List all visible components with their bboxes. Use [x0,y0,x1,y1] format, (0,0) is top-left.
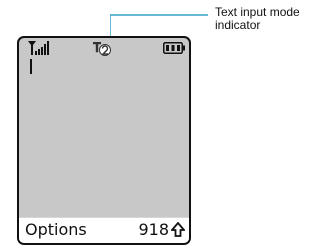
callout-leader-line [110,14,208,36]
signal-strength-icon [28,41,49,55]
status-bar [19,38,189,58]
phone-screen: Options 918 [17,36,191,245]
text-cursor [30,59,32,74]
battery-icon [163,42,185,54]
shift-arrow-icon [171,222,185,237]
options-softkey[interactable]: Options [25,221,87,239]
callout-label: Text input mode indicator [215,6,333,32]
character-counter: 918 [138,220,169,239]
softkey-bar: Options 918 [19,217,189,243]
callout-label-line2: indicator [215,18,261,32]
text-input-mode-icon [93,42,111,56]
